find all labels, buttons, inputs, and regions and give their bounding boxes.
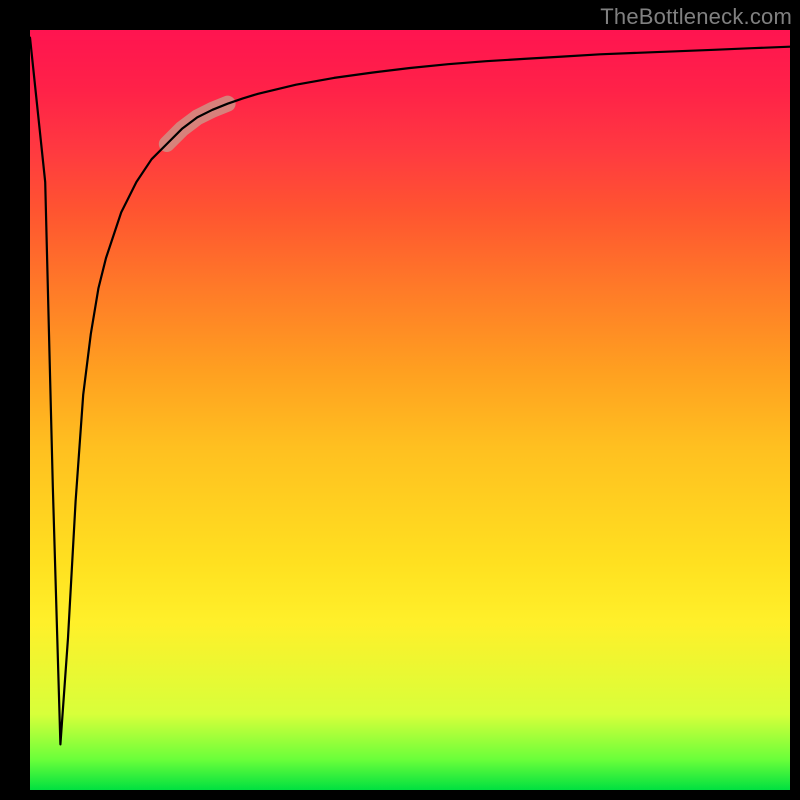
- chart-frame: TheBottleneck.com: [0, 0, 800, 800]
- plot-area: [30, 30, 790, 790]
- bottleneck-curve: [30, 38, 790, 745]
- watermark-text: TheBottleneck.com: [600, 4, 792, 30]
- curve-svg: [30, 30, 790, 790]
- highlight-segment: [167, 104, 228, 144]
